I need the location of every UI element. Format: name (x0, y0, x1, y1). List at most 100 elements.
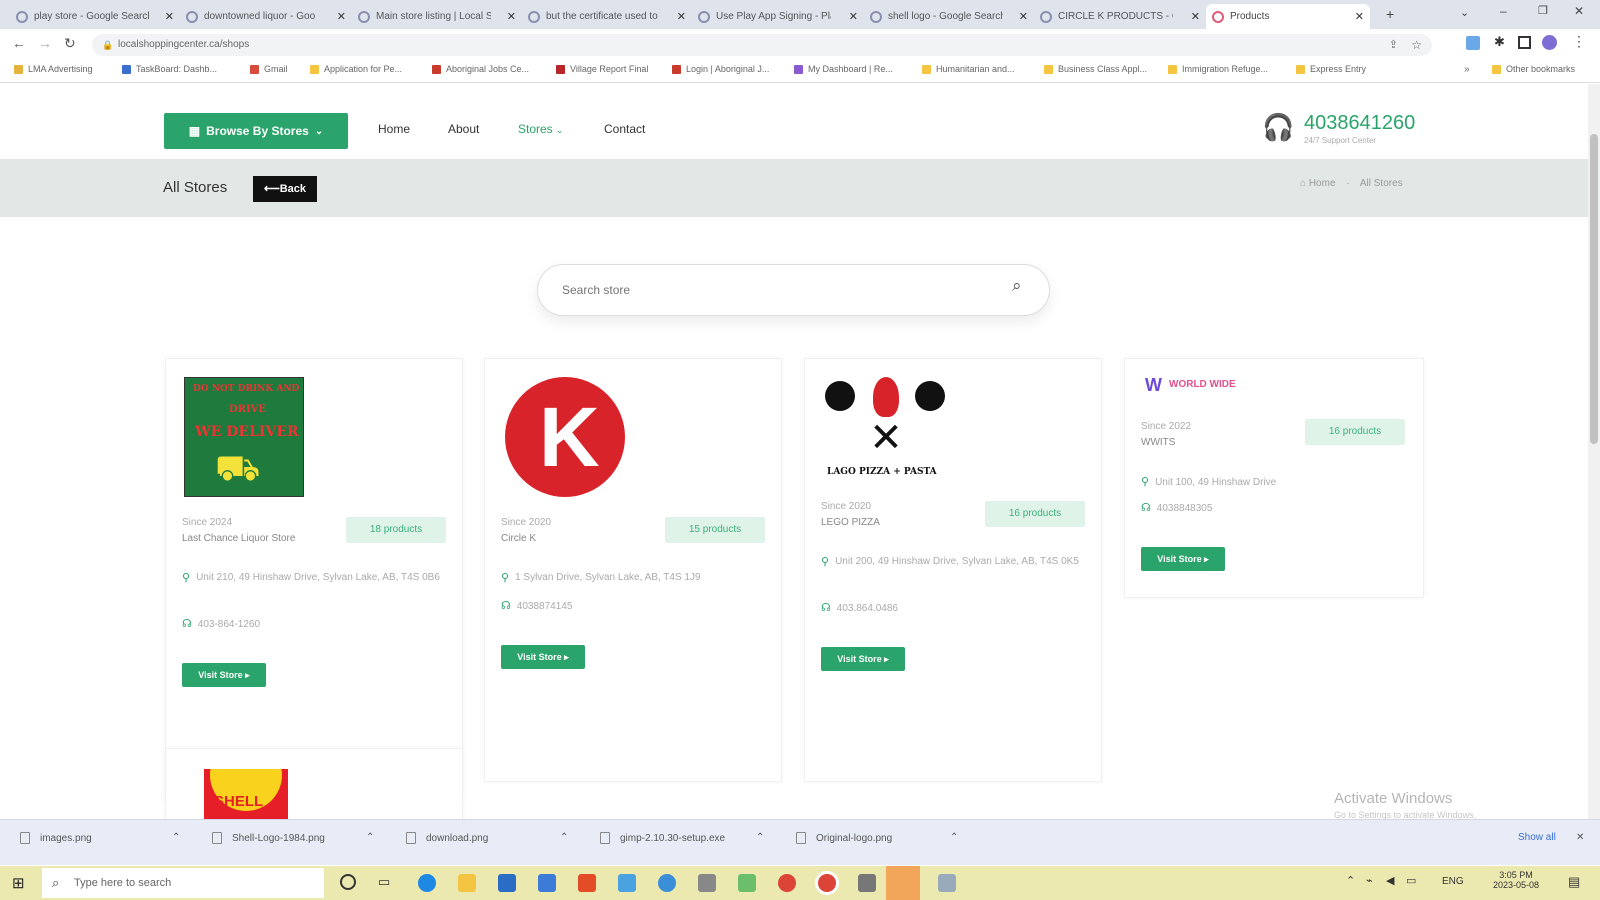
back-button[interactable]: ⟵Back (253, 176, 317, 202)
support-phone[interactable]: 4038641260 (1304, 112, 1415, 135)
visit-store-button[interactable]: Visit Store ▸ (501, 645, 585, 669)
chevron-up-icon[interactable]: ⌃ (366, 832, 374, 843)
chevron-up-icon[interactable]: ⌃ (756, 832, 764, 843)
menu-icon[interactable]: ⋮ (1572, 33, 1586, 50)
extension-icon[interactable] (1466, 36, 1480, 50)
star-icon[interactable]: ☆ (1411, 34, 1422, 56)
close-tab-icon[interactable]: ✕ (1019, 10, 1028, 23)
windows-start-icon[interactable]: ⊞ (12, 874, 25, 892)
tab-app-signing[interactable]: Use Play App Signing - Pla ✕ (692, 4, 864, 29)
close-tab-icon[interactable]: ✕ (507, 10, 516, 23)
download-item[interactable]: images.png (20, 832, 92, 844)
profile-icon[interactable] (1542, 35, 1557, 50)
chrome-icon[interactable] (818, 874, 836, 892)
new-tab-icon[interactable]: + (1386, 6, 1394, 22)
close-tab-icon[interactable]: ✕ (1355, 10, 1364, 23)
browse-by-stores-button[interactable]: ▦ Browse By Stores ⌄ (164, 113, 348, 149)
tray-chevron-icon[interactable]: ⌃ (1346, 874, 1355, 887)
tab-downtowned[interactable]: downtowned liquor - Goo ✕ (180, 4, 352, 29)
visit-store-button[interactable]: Visit Store ▸ (821, 647, 905, 671)
bookmark-item[interactable]: Login | Aboriginal J... (672, 64, 769, 74)
tab-play-store[interactable]: play store - Google Search ✕ (10, 4, 180, 29)
clock[interactable]: 3:05 PM 2023-05-08 (1488, 870, 1544, 890)
gimp-icon[interactable] (858, 874, 876, 892)
chevron-up-icon[interactable]: ⌃ (172, 832, 180, 843)
bookmark-item[interactable]: TaskBoard: Dashb... (122, 64, 217, 74)
bookmark-item[interactable]: Village Report Final (556, 64, 648, 74)
edge-icon[interactable] (418, 874, 436, 892)
close-tab-icon[interactable]: ✕ (677, 10, 686, 23)
language-indicator[interactable]: ENG (1442, 876, 1464, 887)
store-icon[interactable] (498, 874, 516, 892)
tab-products[interactable]: Products ✕ (1206, 4, 1370, 29)
restore-icon[interactable]: ❐ (1538, 4, 1548, 17)
other-bookmarks[interactable]: Other bookmarks (1492, 64, 1575, 74)
scrollbar-thumb[interactable] (1590, 134, 1598, 444)
mail-icon[interactable] (538, 874, 556, 892)
app-icon[interactable] (658, 874, 676, 892)
more-bookmarks-icon[interactable]: » (1464, 64, 1470, 75)
nav-home[interactable]: Home (378, 122, 410, 136)
download-item[interactable]: gimp-2.10.30-setup.exe (600, 832, 725, 844)
close-tab-icon[interactable]: ✕ (849, 10, 858, 23)
chevron-up-icon[interactable]: ⌃ (560, 832, 568, 843)
cortana-icon[interactable] (340, 874, 356, 890)
tab-shell-logo[interactable]: shell logo - Google Search ✕ (864, 4, 1034, 29)
office-icon[interactable] (578, 874, 596, 892)
nav-contact[interactable]: Contact (604, 122, 645, 136)
tab-circle-k[interactable]: CIRCLE K PRODUCTS - Cir ✕ (1034, 4, 1206, 29)
active-app[interactable] (886, 866, 920, 900)
close-tab-icon[interactable]: ✕ (337, 10, 346, 23)
app-icon[interactable] (738, 874, 756, 892)
bookmark-item[interactable]: Immigration Refuge... (1168, 64, 1268, 74)
network-icon[interactable]: ⌁ (1366, 874, 1373, 887)
download-item[interactable]: Shell-Logo-1984.png (212, 832, 325, 844)
puzzle-icon[interactable]: ✱ (1494, 34, 1505, 50)
search-icon[interactable]: ⌕ (1012, 276, 1022, 296)
back-arrow-icon[interactable]: ← (12, 35, 26, 51)
volume-icon[interactable]: ◀ (1386, 874, 1394, 887)
app-icon[interactable] (698, 874, 716, 892)
file-explorer-icon[interactable] (458, 874, 476, 892)
visit-store-button[interactable]: Visit Store ▸ (1141, 547, 1225, 571)
tab-search-icon[interactable]: ⌄ (1460, 6, 1469, 19)
chrome-icon[interactable] (778, 874, 796, 892)
visit-store-button[interactable]: Visit Store ▸ (182, 663, 266, 687)
app-icon[interactable] (938, 874, 956, 892)
share-icon[interactable]: ⇪ (1389, 34, 1398, 56)
taskbar-search[interactable]: ⌕ Type here to search (42, 868, 324, 898)
task-view-icon[interactable]: ▭ (378, 874, 390, 890)
download-item[interactable]: download.png (406, 832, 488, 844)
reload-icon[interactable]: ↻ (64, 35, 76, 52)
close-tab-icon[interactable]: ✕ (165, 10, 174, 23)
bookmark-item[interactable]: My Dashboard | Re... (794, 64, 893, 74)
bookmark-item[interactable]: Gmail (250, 64, 288, 74)
bookmark-item[interactable]: Aboriginal Jobs Ce... (432, 64, 529, 74)
file-icon (406, 832, 416, 844)
address-bar[interactable]: 🔒 localshoppingcenter.ca/shops ⇪ ☆ (92, 34, 1432, 56)
close-downloads-icon[interactable]: ✕ (1576, 832, 1584, 843)
app-icon[interactable] (618, 874, 636, 892)
bookmark-item[interactable]: Express Entry (1296, 64, 1366, 74)
download-item[interactable]: Original-logo.png (796, 832, 892, 844)
battery-icon[interactable]: ▭ (1406, 874, 1416, 887)
bookmark-item[interactable]: LMA Advertising (14, 64, 93, 74)
tab-store-listing[interactable]: Main store listing | Local S ✕ (352, 4, 522, 29)
show-all-link[interactable]: Show all (1518, 832, 1556, 843)
nav-stores[interactable]: Stores ⌄ (518, 122, 564, 136)
forward-arrow-icon[interactable]: → (38, 35, 52, 51)
breadcrumb-home[interactable]: Home (1309, 178, 1336, 189)
bookmark-item[interactable]: Humanitarian and... (922, 64, 1015, 74)
minimize-icon[interactable]: – (1500, 4, 1507, 18)
close-tab-icon[interactable]: ✕ (1191, 10, 1200, 23)
bookmark-item[interactable]: Application for Pe... (310, 64, 402, 74)
bookmark-item[interactable]: Business Class Appl... (1044, 64, 1147, 74)
search-input[interactable] (562, 279, 982, 301)
tab-certificate[interactable]: but the certificate used to ✕ (522, 4, 692, 29)
close-window-icon[interactable]: ✕ (1574, 4, 1584, 18)
sidepanel-icon[interactable] (1518, 36, 1531, 49)
notifications-icon[interactable]: ▤ (1568, 874, 1580, 890)
nav-about[interactable]: About (448, 122, 479, 136)
file-icon (212, 832, 222, 844)
chevron-up-icon[interactable]: ⌃ (950, 832, 958, 843)
